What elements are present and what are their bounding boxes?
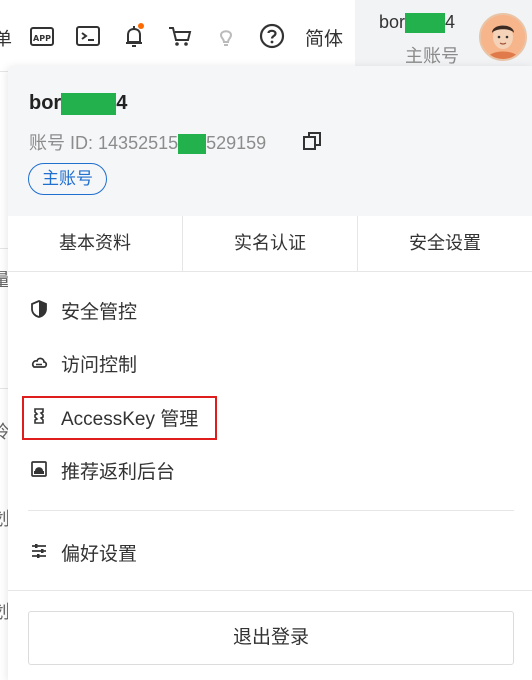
account-tabs: 基本资料 实名认证 安全设置 (8, 216, 532, 272)
account-dropdown-panel: bor 4 账号 ID: 14352515 529159 主账号 基本资料 实名认证… (8, 66, 532, 680)
cut-off-nav-text: 单 (0, 29, 12, 49)
storefront-icon (29, 459, 49, 479)
redaction-block (61, 92, 117, 115)
cart-icon[interactable] (166, 22, 194, 50)
account-id-label: 账号 ID: (29, 133, 94, 153)
help-icon[interactable] (258, 22, 286, 50)
key-icon (29, 406, 49, 426)
app-icon[interactable]: APP (28, 22, 56, 50)
menu-item-referral-backend[interactable]: 推荐返利后台 (8, 449, 532, 489)
menu-item-label: 推荐返利后台 (61, 462, 176, 483)
tab-security-settings[interactable]: 安全设置 (357, 216, 532, 271)
username-top: bor 4 (379, 12, 456, 34)
account-type-badge: 主账号 (28, 163, 107, 195)
user-menu-trigger[interactable]: bor 4 主账号 (355, 0, 532, 72)
menu-item-access-control[interactable]: 访问控制 (8, 342, 532, 382)
divider (8, 590, 532, 591)
tab-basic-info[interactable]: 基本资料 (8, 216, 182, 271)
account-id: 账号 ID: 14352515 529159 (29, 129, 266, 155)
cloud-icon (29, 352, 49, 372)
account-id-prefix: 14352515 (98, 133, 179, 153)
account-name: bor 4 (29, 92, 127, 115)
logout-button[interactable]: 退出登录 (28, 611, 514, 665)
menu-item-accesskey-management[interactable]: AccessKey 管理 (8, 396, 532, 436)
menu-item-label: AccessKey 管理 (61, 409, 199, 430)
account-type-top: 主账号 (405, 46, 459, 66)
username-suffix: 4 (445, 12, 456, 32)
menu-item-preferences[interactable]: 偏好设置 (8, 531, 532, 571)
language-switch[interactable]: 简体 (305, 24, 343, 51)
account-id-suffix: 529159 (206, 133, 267, 153)
terminal-icon[interactable] (74, 22, 102, 50)
shield-icon (29, 299, 49, 319)
copy-icon[interactable] (301, 130, 323, 152)
redaction-block (405, 13, 446, 34)
sliders-icon (29, 541, 49, 561)
menu-item-label: 安全管控 (61, 302, 138, 323)
tab-real-name-verification[interactable]: 实名认证 (182, 216, 357, 271)
bell-icon[interactable] (120, 22, 148, 50)
top-navbar: 单 APP 简体 bor 4 主账号 (0, 0, 532, 72)
redaction-block (178, 134, 207, 155)
menu-item-label: 访问控制 (61, 355, 138, 376)
account-name-suffix: 4 (116, 92, 128, 114)
divider (28, 510, 514, 511)
avatar[interactable] (479, 13, 527, 61)
lightbulb-icon[interactable] (212, 22, 240, 50)
menu-item-security-control[interactable]: 安全管控 (8, 289, 532, 329)
account-name-prefix: bor (29, 92, 62, 114)
username-prefix: bor (379, 12, 406, 32)
menu-item-label: 偏好设置 (61, 544, 138, 565)
account-summary: bor 4 账号 ID: 14352515 529159 主账号 (8, 66, 532, 216)
svg-text:APP: APP (33, 34, 51, 43)
